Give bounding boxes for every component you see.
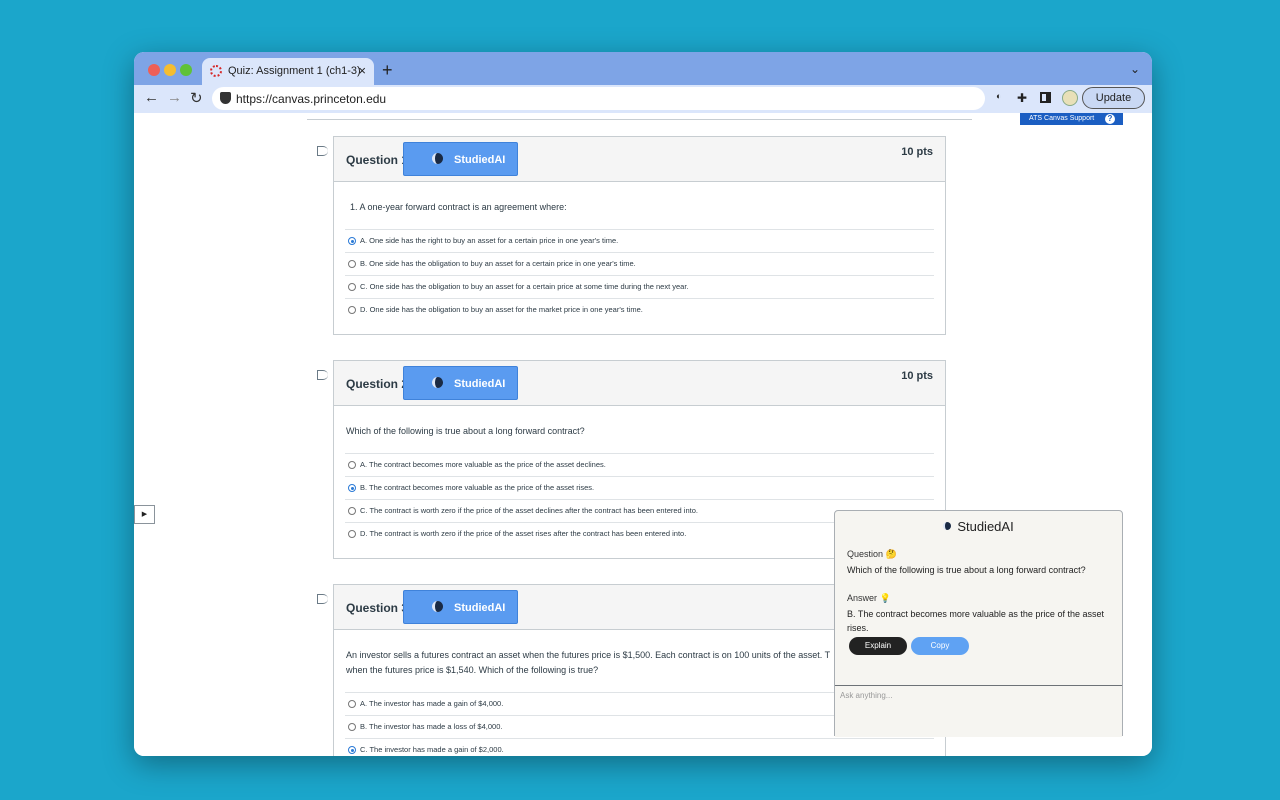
tab-search-chevron-icon[interactable]: ⌄ — [1130, 62, 1140, 76]
divider — [307, 119, 972, 120]
question-prompt-line-2: when the futures price is $1,540. Which … — [346, 665, 599, 675]
question-title: Question 3 — [346, 601, 409, 615]
copy-button[interactable]: Copy — [911, 637, 969, 655]
studiedai-button[interactable]: StudiedAI — [403, 366, 518, 400]
studiedai-button[interactable]: StudiedAI — [403, 142, 518, 176]
question-card-1: Question 1 StudiedAI 10 pts 1. A one-yea… — [333, 136, 946, 335]
reload-button[interactable]: ↻ — [190, 89, 203, 107]
studiedai-button-label: StudiedAI — [454, 602, 506, 614]
panel-title-text: StudiedAI — [957, 519, 1014, 534]
ats-canvas-support-link[interactable]: ATS Canvas Support ? — [1020, 113, 1123, 125]
profile-avatar[interactable] — [1062, 90, 1078, 106]
radio[interactable] — [348, 306, 356, 314]
tab-title: Quiz: Assignment 1 (ch1-3) — [228, 65, 361, 77]
panel-answer-text: B. The contract becomes more valuable as… — [847, 609, 1104, 633]
maximize-window-button[interactable] — [180, 64, 192, 76]
question-title: Question 2 — [346, 377, 409, 391]
browser-toolbar: ← → ↻ https://canvas.princeton.edu ◐ ✚ U… — [134, 85, 1152, 113]
answer-option[interactable]: B. One side has the obligation to buy an… — [345, 252, 934, 275]
radio-selected[interactable] — [348, 746, 356, 754]
radio-selected[interactable] — [348, 484, 356, 492]
question-header: Question 2 StudiedAI 10 pts — [334, 361, 945, 406]
back-button[interactable]: ← — [144, 89, 159, 106]
answer-list: A. One side has the right to buy an asse… — [345, 229, 934, 321]
radio[interactable] — [348, 461, 356, 469]
flag-question-2-icon[interactable] — [317, 370, 328, 380]
question-prompt-line-1: An investor sells a futures contract an … — [346, 650, 831, 660]
flag-question-3-icon[interactable] — [317, 594, 328, 604]
radio[interactable] — [348, 723, 356, 731]
forward-button[interactable]: → — [167, 89, 182, 106]
radio[interactable] — [348, 283, 356, 291]
address-bar[interactable]: https://canvas.princeton.edu — [212, 87, 985, 110]
answer-option[interactable]: A. The contract becomes more valuable as… — [345, 453, 934, 476]
tab-quiz[interactable]: Quiz: Assignment 1 (ch1-3) × — [202, 58, 374, 85]
answer-option[interactable]: C. One side has the obligation to buy an… — [345, 275, 934, 298]
answer-option[interactable]: D. One side has the obligation to buy an… — [345, 298, 934, 321]
canvas-quiz-page: ATS Canvas Support ? Question 1 StudiedA… — [134, 113, 1152, 756]
radio[interactable] — [348, 260, 356, 268]
question-header: Question 1 StudiedAI 10 pts — [334, 137, 945, 182]
studiedai-logo-icon — [943, 522, 952, 530]
new-tab-button[interactable]: + — [382, 60, 393, 81]
studiedai-logo-icon — [432, 377, 443, 388]
answer-option[interactable]: B. The contract becomes more valuable as… — [345, 476, 934, 499]
flag-question-1-icon[interactable] — [317, 146, 328, 156]
browser-window: Quiz: Assignment 1 (ch1-3) × + ⌄ ← → ↻ h… — [134, 52, 1152, 756]
radio[interactable] — [348, 530, 356, 538]
minimize-window-button[interactable] — [164, 64, 176, 76]
radio[interactable] — [348, 507, 356, 515]
ask-anything-input[interactable] — [835, 687, 1122, 737]
close-window-button[interactable] — [148, 64, 160, 76]
update-button[interactable]: Update — [1082, 87, 1145, 109]
question-points: 10 pts — [901, 146, 933, 158]
studiedai-panel: StudiedAI Question 🤔 Which of the follow… — [834, 510, 1123, 737]
studiedai-logo-icon — [432, 153, 443, 164]
explain-button[interactable]: Explain — [849, 637, 907, 655]
sidebar-toggle-button[interactable]: ▶ — [134, 505, 155, 524]
tab-close-icon[interactable]: × — [358, 63, 366, 78]
panel-divider — [835, 685, 1122, 686]
question-prompt: 1. A one-year forward contract is an agr… — [350, 202, 567, 212]
studiedai-button-label: StudiedAI — [454, 378, 506, 390]
support-label: ATS Canvas Support — [1029, 115, 1095, 122]
panel-title: StudiedAI — [835, 519, 1122, 534]
studiedai-logo-icon — [432, 601, 443, 612]
studiedai-button[interactable]: StudiedAI — [403, 590, 518, 624]
studiedai-button-label: StudiedAI — [454, 154, 506, 166]
answer-option[interactable]: C. The investor has made a gain of $2,00… — [345, 738, 934, 756]
question-title: Question 1 — [346, 153, 409, 167]
question-points: 10 pts — [901, 370, 933, 382]
help-icon: ? — [1105, 114, 1115, 124]
tab-bar: Quiz: Assignment 1 (ch1-3) × + ⌄ — [134, 52, 1152, 85]
panel-question-text: Which of the following is true about a l… — [847, 565, 1086, 575]
princeton-shield-icon — [220, 92, 231, 104]
radio-selected[interactable] — [348, 237, 356, 245]
question-prompt: Which of the following is true about a l… — [346, 426, 585, 436]
radio[interactable] — [348, 700, 356, 708]
url-text: https://canvas.princeton.edu — [236, 92, 387, 106]
question-label: Question 🤔 — [847, 549, 897, 559]
answer-option[interactable]: A. One side has the right to buy an asse… — [345, 229, 934, 252]
extensions-puzzle-icon[interactable]: ✚ — [1017, 91, 1027, 105]
studiedai-extension-icon[interactable]: ◐ — [996, 91, 1001, 101]
canvas-favicon-icon — [210, 65, 222, 77]
side-panel-icon[interactable] — [1040, 92, 1051, 103]
answer-label: Answer 💡 — [847, 593, 891, 603]
